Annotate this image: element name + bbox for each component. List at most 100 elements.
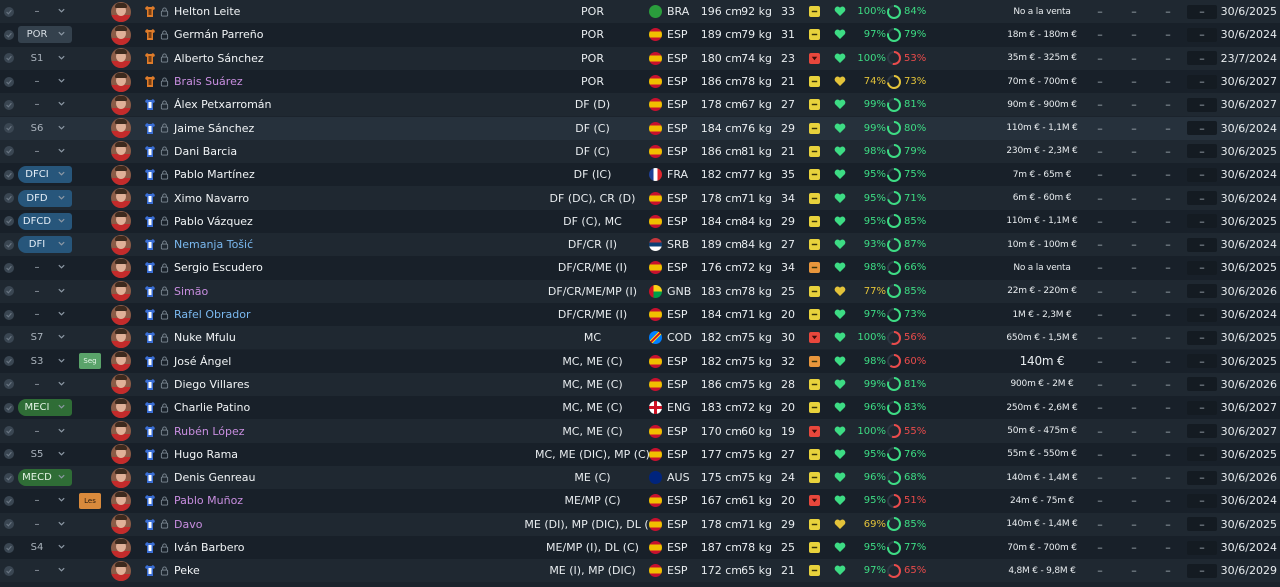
select-checkbox[interactable]	[4, 513, 16, 536]
player-name[interactable]: Peke	[174, 559, 394, 582]
formation-position-select[interactable]: MECD	[18, 466, 72, 489]
player-face-cell[interactable]	[111, 210, 133, 233]
position-pill[interactable]: S3	[18, 353, 72, 370]
player-name[interactable]: Alberto Sánchez	[174, 47, 394, 70]
table-row[interactable]: – Rubén López MC, ME (C) ESP 170 cm 60 k…	[0, 419, 1280, 443]
player-face-cell[interactable]	[111, 186, 133, 209]
player-avatar[interactable]	[111, 118, 131, 139]
player-name[interactable]: Sergio Escudero	[174, 256, 394, 279]
select-checkbox[interactable]	[4, 303, 16, 326]
player-face-cell[interactable]	[111, 256, 133, 279]
table-row[interactable]: – Peke ME (I), MP (DIC) ESP 172 cm 65 kg…	[0, 559, 1280, 583]
formation-position-select[interactable]: –	[18, 0, 72, 23]
table-row[interactable]: – Diego Villares MC, ME (C) ESP 186 cm 7…	[0, 372, 1280, 397]
position-pill[interactable]: MECD	[18, 469, 72, 487]
player-avatar[interactable]	[111, 490, 131, 511]
empty-input-cell[interactable]: –	[1187, 443, 1217, 466]
nationality[interactable]: ESP	[649, 70, 689, 93]
player-avatar[interactable]	[111, 537, 131, 558]
formation-position-select[interactable]: DFCI	[18, 163, 72, 186]
player-avatar[interactable]	[111, 94, 131, 115]
empty-input-cell[interactable]: –	[1187, 419, 1217, 442]
player-face-cell[interactable]	[111, 163, 133, 186]
nationality[interactable]: ENG	[649, 396, 691, 419]
player-name[interactable]: Helton Leite	[174, 0, 394, 23]
empty-input-cell[interactable]: –	[1187, 117, 1217, 140]
position-pill[interactable]: –	[18, 492, 72, 509]
position-pill[interactable]: MECI	[18, 399, 72, 417]
player-face-cell[interactable]	[111, 489, 133, 512]
empty-input-cell[interactable]: –	[1187, 93, 1217, 116]
player-name[interactable]: Nemanja Tošić	[174, 233, 394, 256]
formation-position-select[interactable]: MECI	[18, 396, 72, 419]
nationality[interactable]: ESP	[649, 489, 689, 512]
table-row[interactable]: MECD Denis Genreau ME (C) AUS 175 cm 75 …	[0, 466, 1280, 490]
nationality[interactable]: SRB	[649, 233, 689, 256]
empty-input-cell[interactable]: –	[1187, 140, 1217, 163]
player-avatar[interactable]	[111, 397, 131, 418]
player-name[interactable]: Jaime Sánchez	[174, 117, 394, 140]
select-checkbox[interactable]	[4, 419, 16, 442]
select-checkbox[interactable]	[4, 489, 16, 512]
position-pill[interactable]: –	[18, 73, 72, 90]
select-checkbox[interactable]	[4, 0, 16, 23]
select-checkbox[interactable]	[4, 140, 16, 163]
player-name[interactable]: Charlie Patino	[174, 396, 394, 419]
empty-input-cell[interactable]: –	[1187, 350, 1217, 373]
nationality[interactable]: ESP	[649, 513, 689, 536]
player-avatar[interactable]	[111, 234, 131, 255]
table-row[interactable]: – Davo ME (DI), MP (DIC), DL (C) ESP 178…	[0, 512, 1280, 536]
player-face-cell[interactable]	[111, 280, 133, 303]
nationality[interactable]: ESP	[649, 210, 689, 233]
player-face-cell[interactable]	[111, 23, 133, 46]
player-name[interactable]: Ximo Navarro	[174, 186, 394, 209]
empty-input-cell[interactable]: –	[1187, 489, 1217, 512]
empty-input-cell[interactable]: –	[1187, 0, 1217, 23]
empty-input-cell[interactable]: –	[1187, 303, 1217, 326]
select-checkbox[interactable]	[4, 466, 16, 489]
player-avatar[interactable]	[111, 281, 131, 302]
formation-position-select[interactable]: S7	[18, 326, 72, 349]
table-row[interactable]: – Simão DF/CR/ME/MP (I) GNB 183 cm 78 kg…	[0, 279, 1280, 303]
player-face-cell[interactable]	[111, 443, 133, 466]
nationality[interactable]: COD	[649, 326, 692, 349]
empty-input-cell[interactable]: –	[1187, 559, 1217, 582]
player-avatar[interactable]	[111, 211, 131, 232]
table-row[interactable]: S4 Iván Barbero ME/MP (I), DL (C) ESP 18…	[0, 535, 1280, 560]
position-pill[interactable]: S4	[18, 539, 72, 556]
position-pill[interactable]: –	[18, 3, 72, 20]
player-face-cell[interactable]	[111, 47, 133, 70]
formation-position-select[interactable]: S4	[18, 536, 72, 559]
player-name[interactable]: Hugo Rama	[174, 443, 394, 466]
player-name[interactable]: Rubén López	[174, 419, 394, 442]
formation-position-select[interactable]: S5	[18, 443, 72, 466]
table-row[interactable]: – Helton Leite POR BRA 196 cm 92 kg 33 1…	[0, 0, 1280, 24]
position-pill[interactable]: –	[18, 259, 72, 276]
select-checkbox[interactable]	[4, 280, 16, 303]
nationality[interactable]: ESP	[649, 186, 689, 209]
player-face-cell[interactable]	[111, 536, 133, 559]
select-checkbox[interactable]	[4, 443, 16, 466]
formation-position-select[interactable]: –	[18, 489, 72, 512]
player-avatar[interactable]	[111, 374, 131, 395]
player-avatar[interactable]	[111, 304, 131, 325]
position-pill[interactable]: DFCD	[18, 212, 72, 230]
nationality[interactable]: ESP	[649, 140, 689, 163]
player-face-cell[interactable]	[111, 93, 133, 116]
select-checkbox[interactable]	[4, 256, 16, 279]
formation-position-select[interactable]: DFD	[18, 186, 72, 209]
position-pill[interactable]: –	[18, 283, 72, 300]
player-name[interactable]: Germán Parreño	[174, 23, 394, 46]
player-avatar[interactable]	[111, 514, 131, 535]
player-face-cell[interactable]	[111, 70, 133, 93]
select-checkbox[interactable]	[4, 117, 16, 140]
nationality[interactable]: AUS	[649, 466, 690, 489]
player-face-cell[interactable]	[111, 513, 133, 536]
position-pill[interactable]: DFI	[18, 236, 72, 254]
nationality[interactable]: ESP	[649, 47, 689, 70]
player-face-cell[interactable]	[111, 419, 133, 442]
player-avatar[interactable]	[111, 188, 131, 209]
player-avatar[interactable]	[111, 467, 131, 488]
player-avatar[interactable]	[111, 444, 131, 465]
formation-position-select[interactable]: S1	[18, 47, 72, 70]
